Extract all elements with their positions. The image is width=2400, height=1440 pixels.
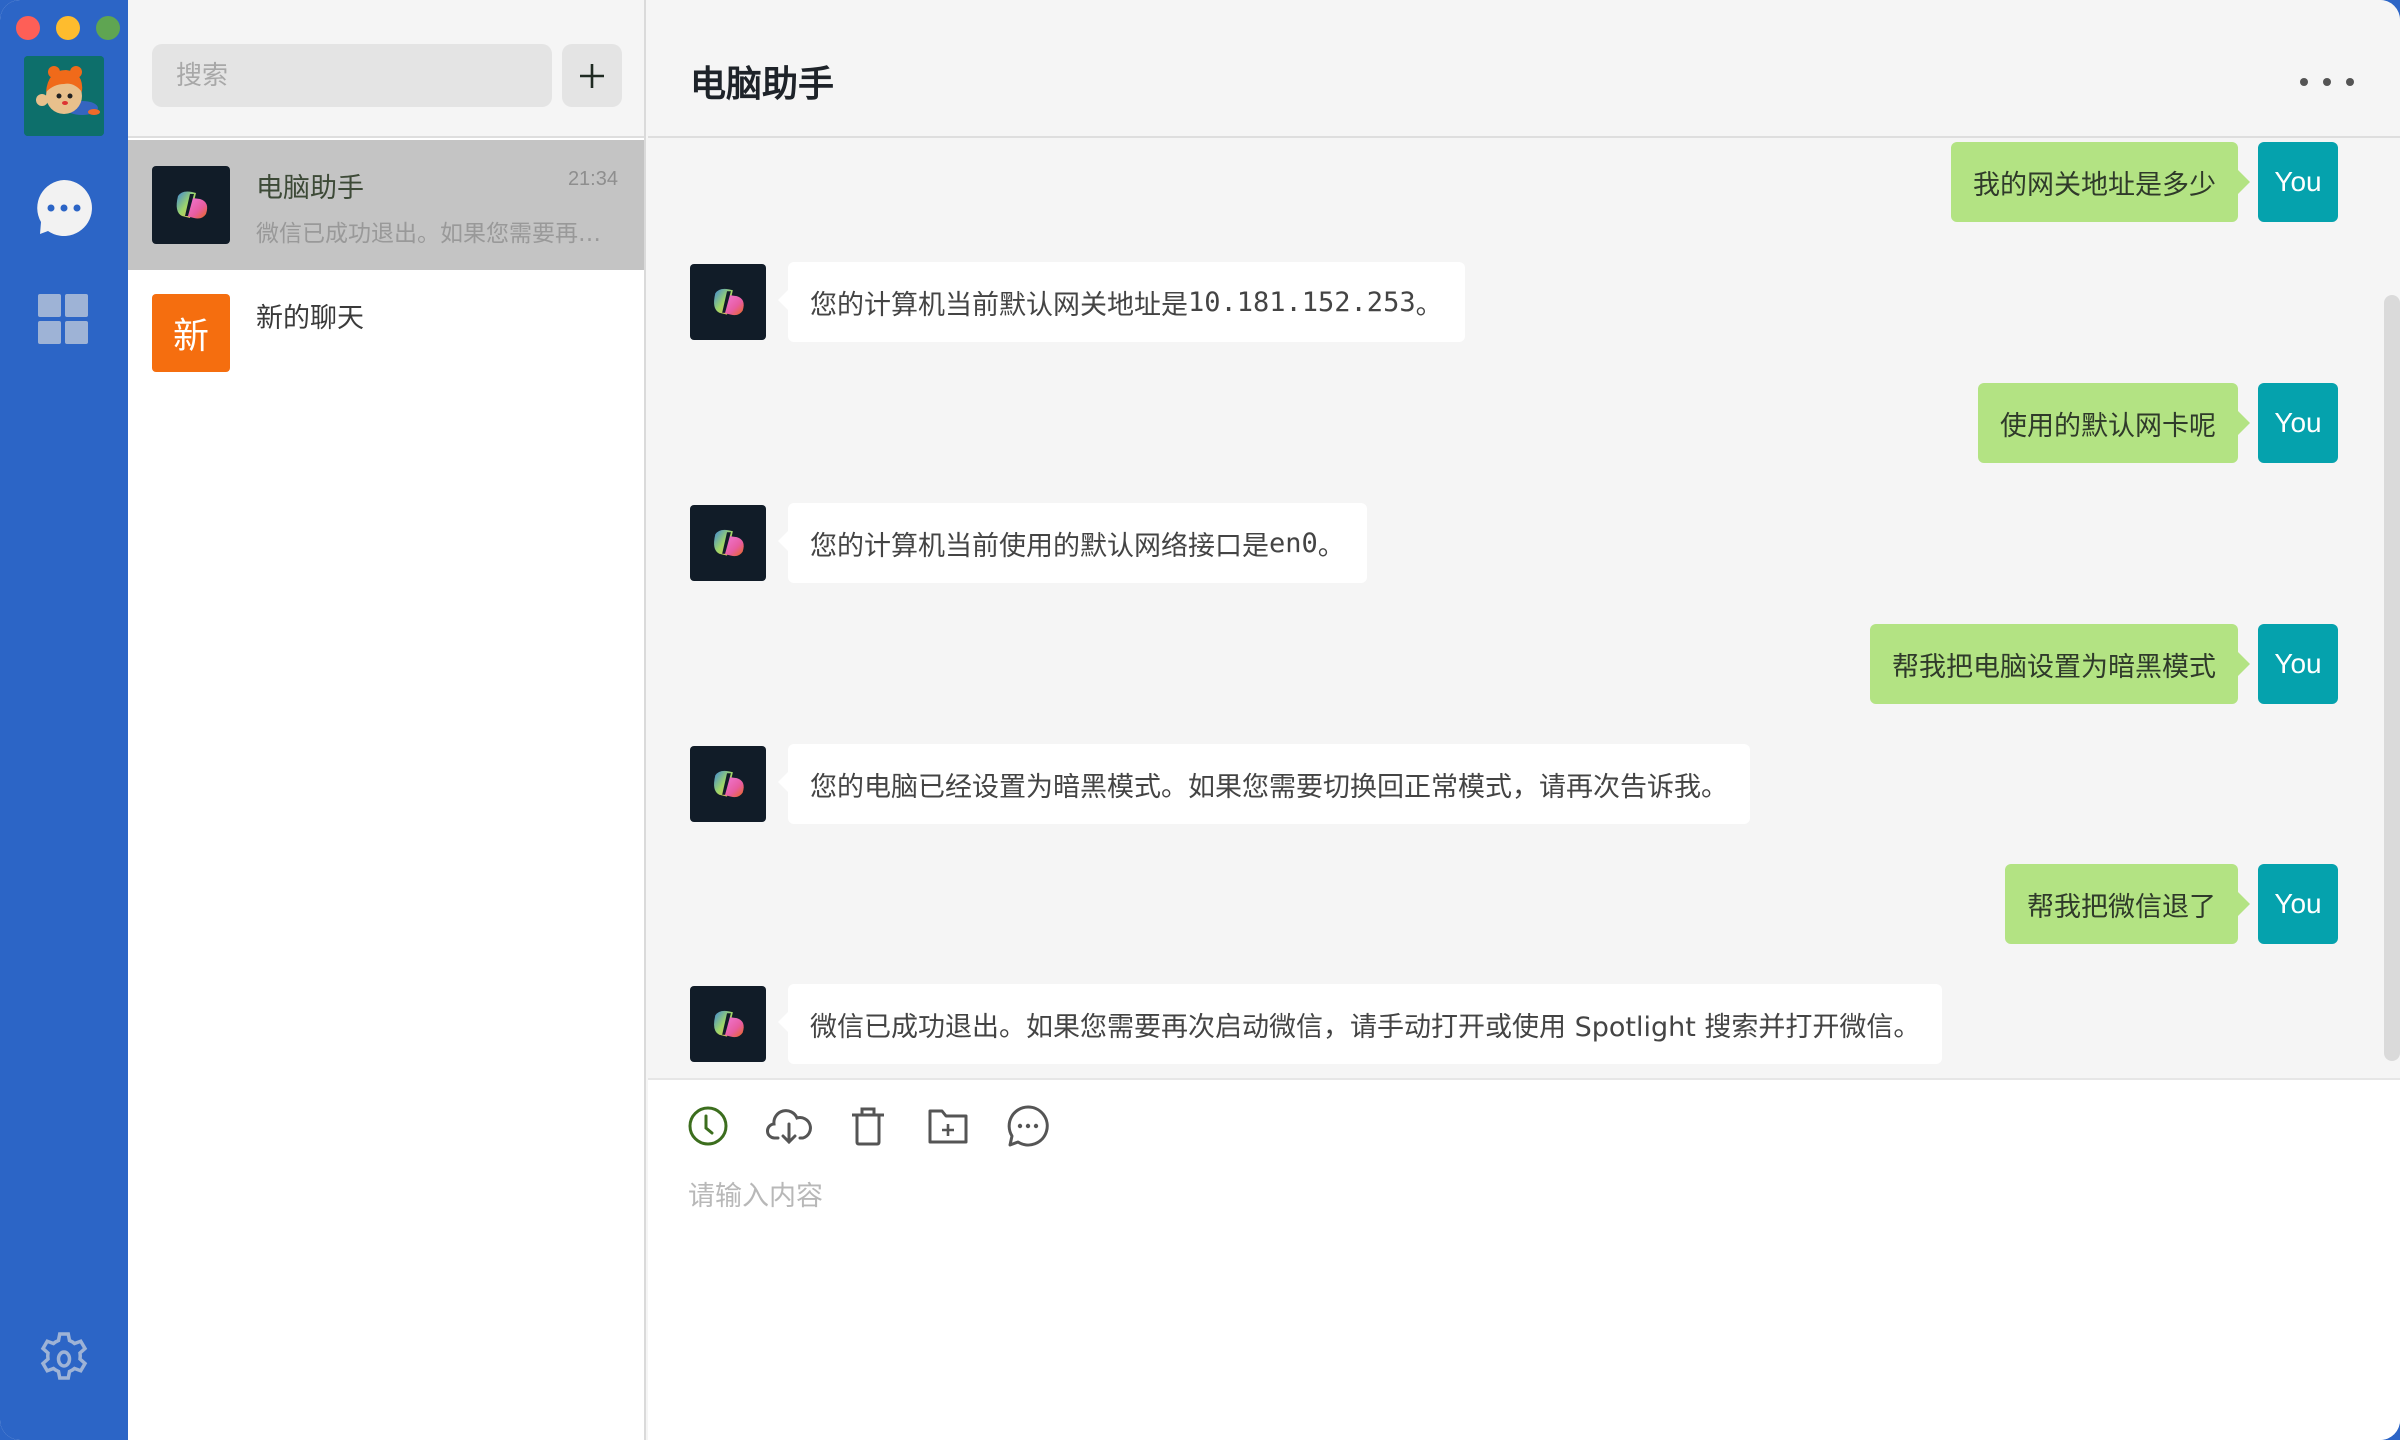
- cloud-download-icon: [766, 1109, 812, 1145]
- message-user: 帮我把电脑设置为暗黑模式 You: [1870, 624, 2338, 704]
- copilot-logo-icon: [152, 166, 230, 244]
- message-bubble: 帮我把微信退了: [2005, 864, 2250, 944]
- message-list: 我的网关地址是多少 You 您的计算机当前默认网关地址是 10.181.152.…: [648, 140, 2400, 1078]
- conversation-preview: 微信已成功退出。如果您需要再次启动微信，请手动打开或使用 Spotlight 搜…: [256, 221, 616, 247]
- message-bubble: 使用的默认网卡呢: [1978, 383, 2250, 463]
- add-folder-button[interactable]: [926, 1104, 970, 1148]
- message-bot: 您的计算机当前使用的默认网络接口是 en0。: [690, 503, 1367, 583]
- window-minimize-button[interactable]: [56, 16, 80, 40]
- chat-more-icon: [1007, 1105, 1049, 1147]
- copilot-logo-icon: [690, 505, 766, 581]
- message-bubble: 您的计算机当前默认网关地址是 10.181.152.253。: [778, 262, 1465, 342]
- nav-settings-button[interactable]: [34, 1329, 94, 1389]
- nav-chats-button[interactable]: [34, 178, 94, 238]
- conversation-time: 21:34: [567, 168, 618, 190]
- cloud-download-button[interactable]: [766, 1104, 812, 1148]
- grid-icon: [38, 294, 88, 344]
- bot-avatar: [690, 986, 766, 1062]
- message-text: 。: [1415, 289, 1443, 321]
- message-bubble: 您的计算机当前使用的默认网络接口是 en0。: [778, 503, 1367, 583]
- message-text: 您的计算机当前默认网关地址是: [810, 289, 1188, 321]
- chat-bubble-icon: [37, 180, 92, 236]
- message-bubble: 我的网关地址是多少: [1951, 142, 2250, 222]
- user-avatar: You: [2258, 864, 2338, 944]
- message-bubble: 帮我把电脑设置为暗黑模式: [1870, 624, 2250, 704]
- composer: [648, 1078, 2400, 1440]
- window-maximize-button[interactable]: [96, 16, 120, 40]
- message-user: 使用的默认网卡呢 You: [1978, 383, 2338, 463]
- user-avatar: You: [2258, 383, 2338, 463]
- chat-more-button[interactable]: [1006, 1104, 1050, 1148]
- conversation-avatar: [152, 166, 230, 244]
- bot-avatar: [690, 264, 766, 340]
- window-close-button[interactable]: [16, 16, 40, 40]
- chat-title: 电脑助手: [690, 64, 835, 105]
- more-horizontal-icon: [2300, 78, 2308, 86]
- profile-avatar[interactable]: [24, 56, 104, 136]
- message-bot: 您的电脑已经设置为暗黑模式。如果您需要切换回正常模式，请再次告诉我。: [690, 744, 1750, 824]
- inline-code: 10.181.152.253: [1188, 286, 1416, 318]
- more-dot: [2323, 78, 2331, 86]
- user-avatar: You: [2258, 624, 2338, 704]
- more-dot: [2346, 78, 2354, 86]
- gear-icon: [40, 1332, 88, 1380]
- conversation-avatar: 新: [152, 294, 230, 372]
- nav-rail: [0, 0, 128, 1440]
- copilot-logo-icon: [690, 264, 766, 340]
- inline-code: en0: [1269, 527, 1318, 559]
- conversation-item[interactable]: 新 新的聊天: [128, 270, 644, 400]
- copilot-logo-icon: [690, 986, 766, 1062]
- message-bubble: 微信已成功退出。如果您需要再次启动微信，请手动打开或使用 Spotlight 搜…: [777, 984, 1943, 1064]
- bot-avatar: [690, 746, 766, 822]
- copilot-logo-icon: [690, 746, 766, 822]
- message-bot: 微信已成功退出。如果您需要再次启动微信，请手动打开或使用 Spotlight 搜…: [690, 984, 1943, 1064]
- more-options-button[interactable]: [2300, 72, 2354, 92]
- trash-icon: [852, 1107, 884, 1146]
- conversation-name: 新的聊天: [256, 303, 364, 334]
- clear-chat-button[interactable]: [846, 1104, 890, 1148]
- chat-pane: 电脑助手 我的网关地址是多少 You 您的计算机当前默认网关地址是 10.181…: [648, 0, 2400, 1440]
- message-bubble: 您的电脑已经设置为暗黑模式。如果您需要切换回正常模式，请再次告诉我。: [778, 744, 1750, 824]
- message-scrollbar[interactable]: [2384, 295, 2400, 1061]
- bear-pilot-icon: [24, 56, 104, 136]
- search-input[interactable]: [152, 44, 552, 107]
- chat-header: 电脑助手: [648, 0, 2400, 138]
- history-button[interactable]: [686, 1104, 730, 1148]
- conversation-list-panel: 电脑助手 21:34 微信已成功退出。如果您需要再次启动微信，请手动打开或使用 …: [128, 0, 646, 1440]
- conversation-item[interactable]: 电脑助手 21:34 微信已成功退出。如果您需要再次启动微信，请手动打开或使用 …: [128, 140, 644, 270]
- nav-apps-button[interactable]: [38, 294, 90, 346]
- message-text: 。: [1317, 530, 1345, 562]
- new-chat-button[interactable]: [562, 44, 622, 107]
- message-user: 帮我把微信退了 You: [2005, 864, 2338, 944]
- plus-icon: [580, 63, 604, 88]
- message-user: 我的网关地址是多少 You: [1951, 142, 2338, 222]
- message-input[interactable]: [688, 1166, 2368, 1426]
- user-avatar: You: [2258, 142, 2338, 222]
- conversation-name: 电脑助手: [256, 173, 364, 204]
- list-toolbar: [128, 0, 644, 138]
- message-text: 您的计算机当前使用的默认网络接口是: [810, 530, 1269, 562]
- bot-avatar: [690, 505, 766, 581]
- app-window: 电脑助手 21:34 微信已成功退出。如果您需要再次启动微信，请手动打开或使用 …: [0, 0, 2400, 1440]
- history-clock-icon: [688, 1106, 728, 1146]
- folder-add-icon: [928, 1109, 968, 1144]
- message-bot: 您的计算机当前默认网关地址是 10.181.152.253。: [690, 262, 1465, 342]
